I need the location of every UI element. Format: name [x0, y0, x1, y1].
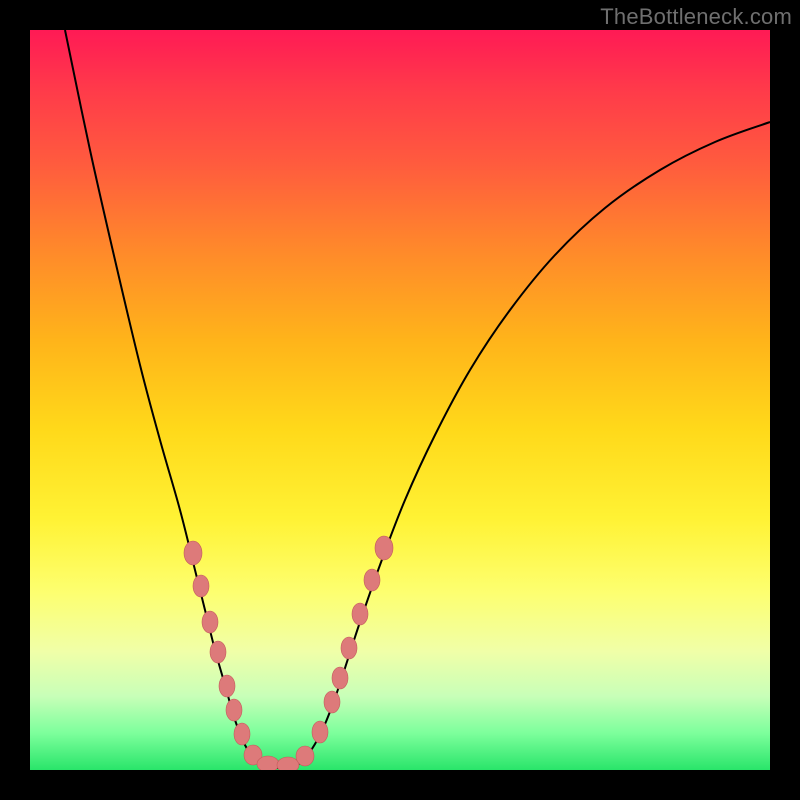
curve-marker	[341, 637, 357, 659]
marker-group	[184, 536, 393, 770]
curve-marker	[234, 723, 250, 745]
curve-marker	[257, 756, 279, 770]
chart-frame: TheBottleneck.com	[0, 0, 800, 800]
chart-svg	[30, 30, 770, 770]
curve-marker	[193, 575, 209, 597]
curve-marker	[324, 691, 340, 713]
curve-marker	[277, 757, 299, 770]
curve-marker	[202, 611, 218, 633]
watermark-text: TheBottleneck.com	[600, 4, 792, 30]
chart-plot-area	[30, 30, 770, 770]
curve-marker	[312, 721, 328, 743]
curve-marker	[226, 699, 242, 721]
curve-marker	[375, 536, 393, 560]
curve-marker	[332, 667, 348, 689]
curve-marker	[352, 603, 368, 625]
curve-marker	[219, 675, 235, 697]
curve-marker	[296, 746, 314, 766]
curve-marker	[184, 541, 202, 565]
curve-marker	[364, 569, 380, 591]
bottleneck-curve	[65, 30, 770, 768]
curve-marker	[210, 641, 226, 663]
